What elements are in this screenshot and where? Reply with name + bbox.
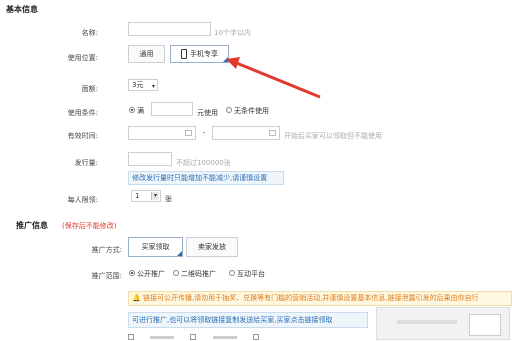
name-input[interactable] [128,22,211,36]
per-person-unit: 张 [165,195,172,203]
calendar-icon [269,130,276,136]
validity-dash: - [203,129,206,137]
bell-icon: 🔔 [132,294,141,302]
radio-checked-icon [129,270,135,276]
checkbox[interactable] [252,334,259,340]
per-person-value: 1 [135,192,140,200]
condition-unit-text: 元使用 [197,109,218,117]
promo-interactive-label: 互动平台 [237,270,265,278]
per-person-label: 每人限领: [67,196,98,204]
promo-buyer-button[interactable]: 买家领取 [128,237,183,257]
quantity-input[interactable] [128,152,172,166]
usage-label: 使用位置: [67,54,98,62]
phone-icon [181,49,187,59]
quantity-tip: 修改发行量时只能增加不能减少,请谨慎设置 [128,171,284,185]
denomination-value: 3元 [132,81,144,89]
annotation-arrow [226,57,321,99]
radio-unchecked-icon [229,270,235,276]
validity-hint: 开始后买家可以领取但不能使用 [284,132,382,140]
link-notice: 可进行推广,也可以将领取链接复制发送给买家,买家点击链接领取 [128,312,368,328]
condition-full-radio[interactable]: 满 [129,106,144,116]
promo-warning: (保存后不能修改) [62,222,117,230]
quantity-label: 发行量: [74,159,98,167]
radio-checked-icon [129,107,135,113]
validity-end-input[interactable] [212,126,280,140]
promo-info-title: 推广信息 [16,221,48,230]
denomination-select[interactable]: 3元 ▾ [128,79,158,91]
condition-amount-input[interactable] [151,102,193,116]
name-hint: 10个字以内 [214,29,251,37]
condition-label: 使用条件: [67,109,98,117]
promo-public-radio[interactable]: 公开推广 [129,269,165,279]
condition-full-label: 满 [137,107,144,115]
preview-thumb [469,314,501,336]
promo-notice: 🔔 链接可公开传播,请勿用于抽奖、兑换等有门槛的营销活动,并谨慎设置基本信息,链… [128,291,512,306]
chevron-down-icon: ▾ [151,83,155,90]
preview-card [376,307,510,340]
promo-public-label: 公开推广 [137,270,165,278]
selected-corner-icon [177,251,182,256]
promo-notice-text: 链接可公开传播,请勿用于抽奖、兑换等有门槛的营销活动,并谨慎设置基本信息,链接泄… [142,294,479,302]
radio-unchecked-icon [173,270,179,276]
calendar-icon [185,130,192,136]
quantity-hint: 不超过100000张 [176,159,231,167]
checkbox[interactable] [190,334,197,340]
basic-info-title: 基本信息 [6,5,38,14]
promo-range-label: 推广范围: [91,272,122,280]
denomination-label: 面额: [81,85,98,93]
promo-method-label: 推广方式: [91,246,122,254]
preview-bar [397,320,457,324]
per-person-select[interactable]: 1 ▾ [131,190,161,202]
condition-none-label: 无条件使用 [234,107,269,115]
chevron-down-icon: ▾ [151,192,159,200]
checkbox[interactable] [128,334,134,340]
promo-qr-label: 二维码推广 [181,270,216,278]
promo-seller-button[interactable]: 卖家发放 [186,237,238,257]
promo-qr-radio[interactable]: 二维码推广 [173,269,216,279]
validity-label: 有效时间: [67,132,98,140]
promo-buyer-label: 买家领取 [141,243,170,251]
condition-none-radio[interactable]: 无条件使用 [226,106,269,116]
promo-interactive-radio[interactable]: 互动平台 [229,269,265,279]
validity-start-input[interactable] [128,126,196,140]
usage-mobile-label: 手机专享 [190,50,218,58]
radio-unchecked-icon [226,107,232,113]
name-label: 名称: [81,29,98,37]
usage-general-button[interactable]: 通用 [128,45,165,63]
